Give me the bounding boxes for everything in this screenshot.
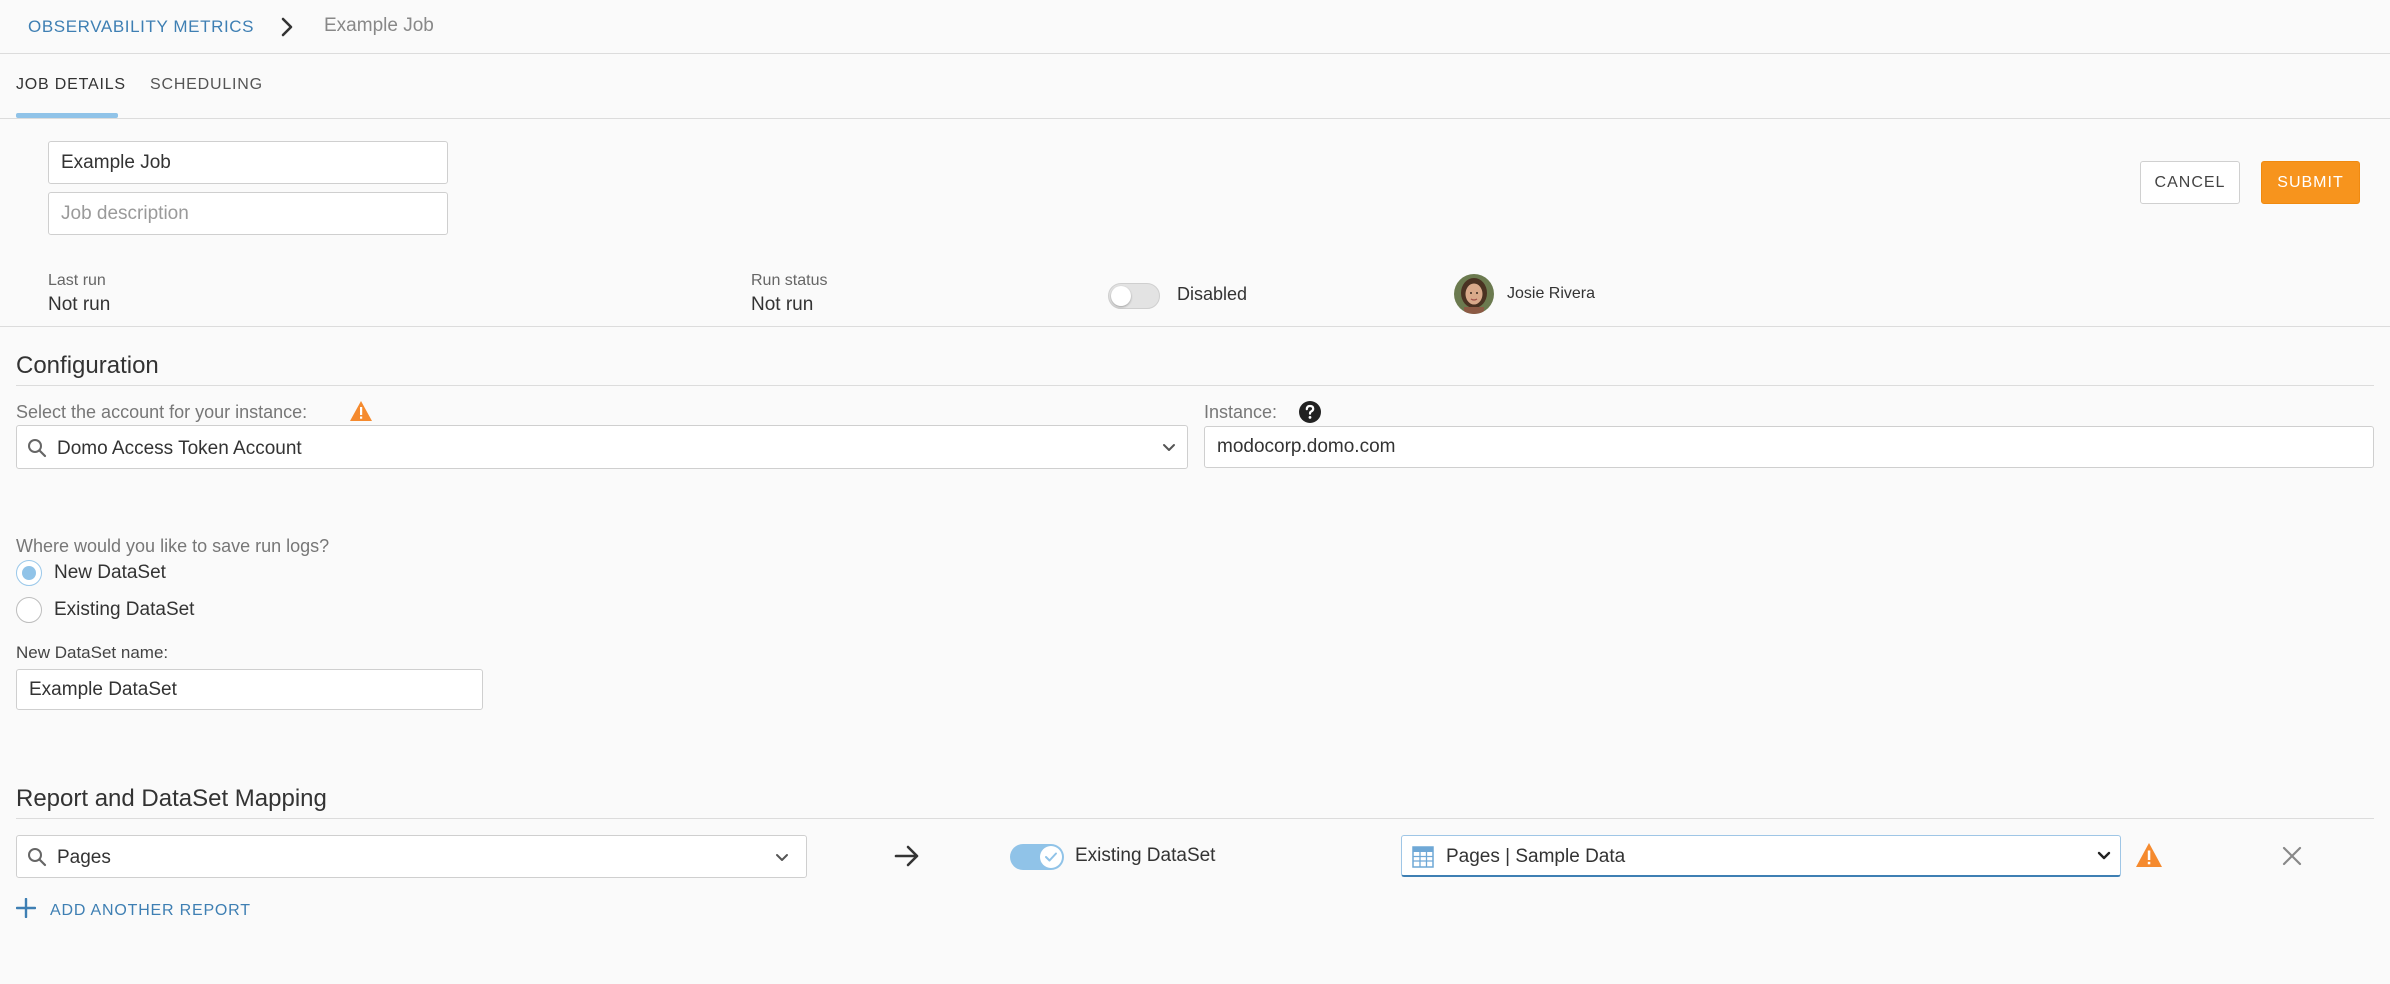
- configuration-title: Configuration: [16, 352, 159, 379]
- chevron-down-icon: [774, 851, 790, 869]
- account-select[interactable]: Domo Access Token Account: [16, 425, 1188, 469]
- new-dataset-name-label: New DataSet name:: [16, 643, 169, 662]
- tab-job-details[interactable]: JOB DETAILS: [16, 76, 126, 94]
- account-select-value: Domo Access Token Account: [57, 438, 302, 459]
- dataset-select-value: Pages | Sample Data: [1446, 846, 1626, 867]
- tab-bar: [0, 54, 2390, 119]
- check-icon: [1040, 846, 1062, 868]
- active-tab-indicator: [16, 113, 118, 118]
- owner-avatar: [1454, 274, 1494, 314]
- submit-button[interactable]: SUBMIT: [2261, 161, 2360, 204]
- existing-dataset-toggle[interactable]: [1010, 844, 1064, 870]
- instance-input[interactable]: [1204, 426, 2374, 468]
- add-another-report-label: ADD ANOTHER REPORT: [50, 901, 251, 919]
- warning-icon: [2135, 842, 2163, 868]
- tab-scheduling[interactable]: SCHEDULING: [150, 76, 263, 94]
- existing-dataset-toggle-label: Existing DataSet: [1075, 845, 1216, 866]
- run-status-label: Run status: [751, 272, 828, 289]
- job-name-input[interactable]: [48, 141, 448, 184]
- header-divider: [0, 326, 2390, 327]
- radio-new-dataset-label[interactable]: New DataSet: [54, 562, 166, 584]
- breadcrumb-current: Example Job: [324, 15, 434, 36]
- last-run-value: Not run: [48, 294, 111, 315]
- cancel-button[interactable]: CANCEL: [2140, 161, 2240, 204]
- search-icon: [27, 438, 47, 463]
- warning-icon: [349, 400, 373, 422]
- owner-name: Josie Rivera: [1507, 285, 1596, 302]
- help-icon[interactable]: [1298, 400, 1322, 424]
- report-select-value: Pages: [57, 847, 111, 868]
- chevron-down-icon: [1161, 441, 1177, 459]
- mapping-title: Report and DataSet Mapping: [16, 785, 327, 812]
- remove-row-close-icon[interactable]: [2281, 845, 2303, 867]
- configuration-divider: [16, 385, 2374, 386]
- radio-existing-dataset-label[interactable]: Existing DataSet: [54, 599, 194, 621]
- add-another-report-button[interactable]: ADD ANOTHER REPORT: [15, 897, 251, 923]
- job-enabled-label: Disabled: [1177, 284, 1248, 304]
- job-enabled-toggle[interactable]: [1108, 283, 1160, 309]
- breadcrumb-root-link[interactable]: OBSERVABILITY METRICS: [28, 17, 254, 37]
- radio-existing-dataset[interactable]: [16, 597, 42, 623]
- run-logs-question: Where would you like to save run logs?: [16, 536, 330, 556]
- chevron-right-icon: [276, 14, 298, 40]
- chevron-down-icon: [2096, 849, 2112, 867]
- job-description-input[interactable]: [48, 192, 448, 235]
- search-icon: [27, 847, 47, 872]
- new-dataset-name-input[interactable]: [16, 669, 483, 710]
- run-status-value: Not run: [751, 294, 814, 315]
- mapping-divider: [16, 818, 2374, 819]
- instance-label: Instance:: [1204, 402, 1278, 422]
- report-select[interactable]: Pages: [16, 835, 807, 878]
- last-run-label: Last run: [48, 272, 106, 289]
- arrow-right-icon: [893, 843, 921, 874]
- radio-new-dataset[interactable]: [16, 560, 42, 586]
- plus-icon: [15, 897, 37, 923]
- account-label: Select the account for your instance:: [16, 402, 308, 422]
- table-icon: [1412, 846, 1434, 873]
- dataset-select[interactable]: Pages | Sample Data: [1401, 835, 2121, 877]
